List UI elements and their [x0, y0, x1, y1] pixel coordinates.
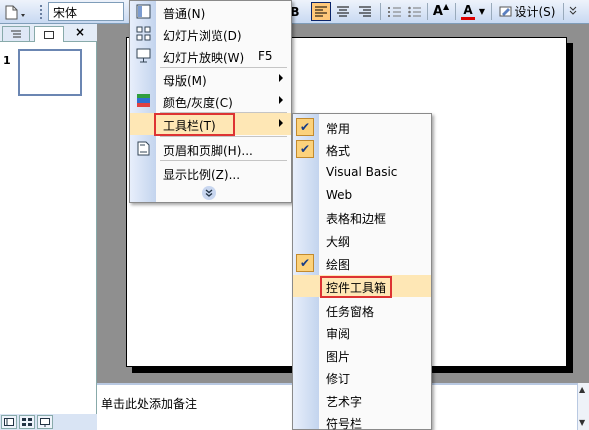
menu-separator [160, 160, 287, 161]
notes-scrollbar[interactable]: ▲ ▼ [577, 383, 589, 430]
slide-sorter-icon [22, 418, 32, 426]
slide-sorter-icon [136, 26, 151, 41]
font-name-input[interactable]: 宋体 [48, 2, 124, 21]
slideshow-icon [136, 48, 151, 63]
normal-view-button[interactable] [1, 415, 17, 429]
menu-item-master[interactable]: 母版(M) [130, 68, 291, 90]
align-left-icon [315, 6, 327, 17]
menu-item-reviewing[interactable]: 审阅 [293, 321, 431, 343]
menu-item-tables-borders[interactable]: 表格和边框 [293, 206, 431, 228]
menu-item-zoom[interactable]: 显示比例(Z)... [130, 162, 291, 184]
checkmark-icon: ✔ [296, 140, 314, 158]
menu-item-color-grayscale[interactable]: 颜色/灰度(C) [130, 90, 291, 112]
menu-item-slide-sorter[interactable]: 幻灯片浏览(D) [130, 23, 291, 45]
menu-item-slideshow[interactable]: 幻灯片放映(W) F5 [130, 45, 291, 67]
menu-item-visual-basic[interactable]: Visual Basic [293, 161, 431, 183]
menu-item-normal[interactable]: 普通(N) [130, 1, 291, 23]
menu-item-task-pane[interactable]: 任务窗格 [293, 299, 431, 321]
font-color-dropdown-icon[interactable]: ▼ [477, 2, 487, 21]
scroll-up-icon[interactable]: ▲ [579, 385, 585, 394]
slide-sorter-button[interactable] [19, 415, 35, 429]
toolbar-separator [455, 3, 456, 20]
align-right-button[interactable] [355, 2, 375, 21]
normal-view-icon [136, 4, 151, 19]
design-icon [499, 6, 511, 16]
view-buttons [0, 414, 97, 430]
normal-view-icon [4, 418, 14, 426]
tab-outline[interactable] [2, 26, 30, 41]
menu-separator [160, 136, 287, 137]
tab-slides[interactable] [34, 26, 64, 42]
slide-number: 1 [3, 54, 11, 67]
control-toolbox-highlight-box [320, 276, 392, 298]
slides-tab-icon [44, 30, 54, 39]
slideshow-icon [40, 417, 50, 427]
submenu-arrow-icon [279, 96, 283, 104]
numbering-button[interactable] [385, 2, 403, 21]
menu-item-drawing[interactable]: ✔ 绘图 [293, 252, 431, 274]
toolbar-separator [380, 3, 381, 20]
close-icon[interactable]: × [75, 25, 85, 39]
menu-item-picture[interactable]: 图片 [293, 344, 431, 366]
menu-item-outline[interactable]: 大纲 [293, 229, 431, 251]
submenu-arrow-icon [279, 74, 283, 82]
design-label: 设计(S) [514, 5, 556, 19]
align-center-icon [337, 6, 349, 17]
design-button[interactable]: 设计(S) [496, 2, 558, 21]
menu-item-standard[interactable]: ✔ 常用 [293, 116, 431, 138]
menu-item-wordart[interactable]: 艺术字 [293, 389, 431, 411]
align-right-icon [359, 6, 371, 17]
toolbar-grip-icon[interactable] [37, 3, 45, 21]
menu-item-header-footer[interactable]: 页眉和页脚(H)... [130, 138, 291, 160]
align-left-button[interactable] [311, 2, 331, 21]
color-grayscale-icon [137, 94, 150, 107]
toolbars-highlight-box [154, 113, 235, 136]
scroll-down-icon[interactable]: ▼ [579, 418, 585, 427]
pane-tabs: × [0, 24, 97, 42]
slide-thumbnail[interactable] [18, 49, 82, 96]
formatting-toolbar: 宋体 B A ▲ A ▼ 设计(S) [0, 0, 589, 24]
menu-item-web[interactable]: Web [293, 184, 431, 206]
slides-pane: × 1 [0, 24, 97, 414]
increase-font-size-button[interactable]: A ▲ [432, 2, 450, 21]
notes-placeholder: 单击此处添加备注 [101, 397, 198, 411]
submenu-arrow-icon [279, 119, 283, 127]
bullet-list-icon [407, 6, 421, 17]
shortcut-label: F5 [258, 49, 273, 63]
checkmark-icon: ✔ [296, 254, 314, 272]
bullets-button[interactable] [405, 2, 423, 21]
outline-icon [11, 30, 21, 38]
font-grow-icon: A [432, 4, 443, 19]
toolbar-separator [491, 3, 492, 20]
toolbar-separator [427, 3, 428, 20]
font-color-icon: A [463, 2, 473, 17]
align-center-button[interactable] [333, 2, 353, 21]
toolbar-separator [563, 3, 564, 20]
slideshow-button[interactable] [37, 415, 53, 429]
toolbars-submenu: ✔ 常用 ✔ 格式 Visual Basic Web 表格和边框 大纲 ✔ 绘图… [292, 113, 432, 430]
menu-item-formatting[interactable]: ✔ 格式 [293, 138, 431, 160]
numbered-list-icon [387, 7, 401, 17]
menu-item-symbol-bar[interactable]: 符号栏 [293, 411, 431, 430]
toolbar-options-icon[interactable] [566, 3, 580, 21]
header-footer-icon [137, 141, 150, 156]
toolbar-options-icon[interactable] [18, 3, 28, 21]
double-chevron-down-icon[interactable] [202, 186, 216, 200]
view-menu: 普通(N) 幻灯片浏览(D) 幻灯片放映(W) F5 母版(M) 颜色/灰度(C… [129, 0, 292, 203]
checkmark-icon: ✔ [296, 118, 314, 136]
font-color-button[interactable]: A [460, 2, 476, 21]
menu-item-revisions[interactable]: 修订 [293, 366, 431, 388]
